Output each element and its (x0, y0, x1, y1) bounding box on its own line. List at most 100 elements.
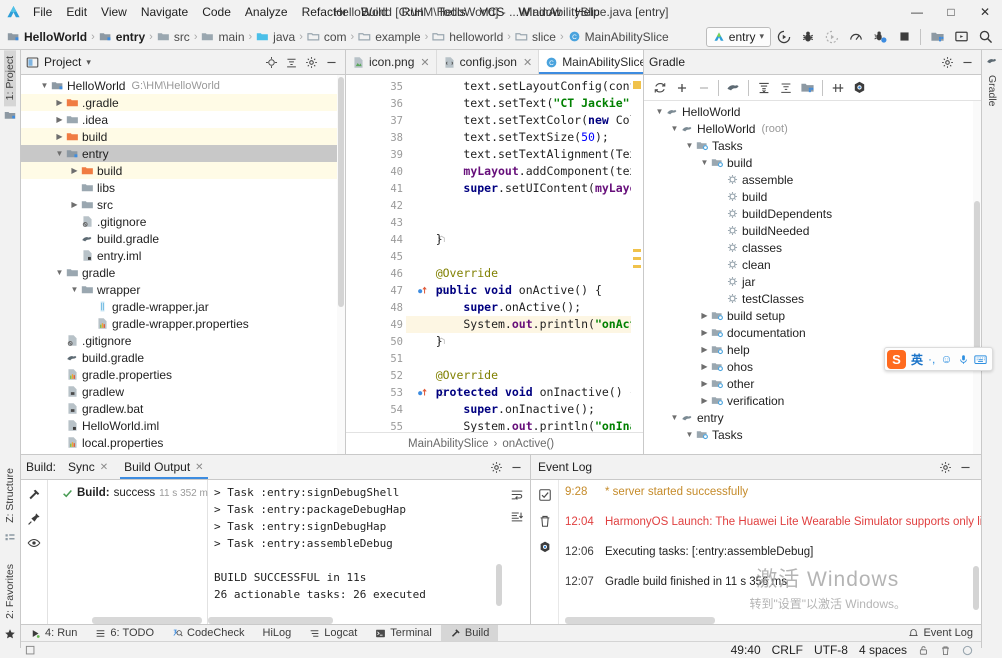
tree-row[interactable]: ▶ build (21, 162, 345, 179)
line-number[interactable]: 46 (346, 265, 406, 282)
close-icon[interactable]: ✕ (100, 462, 108, 473)
tree-row[interactable]: ▶ documentation (644, 324, 981, 341)
build-result-tree[interactable]: Build: success 11 s 352 ms (48, 480, 213, 624)
attach-debugger-button[interactable] (869, 26, 891, 48)
sidebar-item-favorites[interactable]: 2: Favorites (4, 558, 16, 625)
sidebar-item-project[interactable]: 1: Project (4, 50, 16, 107)
editor-breadcrumb[interactable]: MainAbilitySlice › onActive() (346, 432, 643, 454)
settings-icon[interactable] (302, 53, 320, 71)
line-number[interactable]: 47 (346, 282, 446, 299)
settings-gear-icon[interactable] (538, 540, 552, 554)
ime-mode-label[interactable]: 英 (911, 351, 923, 368)
debug-button[interactable] (797, 26, 819, 48)
editor-code[interactable]: text.setLayoutConfig(config); text.setTe… (406, 75, 643, 432)
chevron-down-icon[interactable]: ▼ (684, 141, 695, 150)
chevron-right-icon[interactable]: ▶ (69, 200, 80, 209)
project-panel-title-group[interactable]: Project ▾ (26, 55, 91, 69)
code-line[interactable]: public void onActive() { (406, 282, 643, 299)
trash-icon[interactable] (538, 514, 552, 528)
tree-row[interactable]: ▶ verification (644, 392, 981, 409)
chevron-right-icon[interactable]: ▶ (699, 379, 710, 388)
voice-punctuation-icon[interactable]: ·, (928, 352, 935, 366)
collapse-all-icon[interactable] (282, 53, 300, 71)
close-icon[interactable]: ✕ (523, 56, 532, 69)
trash-icon[interactable] (940, 645, 951, 656)
editor-tab-icon-png[interactable]: icon.png ✕ (346, 50, 437, 74)
change-marker[interactable] (633, 257, 641, 260)
chevron-right-icon[interactable]: ▶ (699, 328, 710, 337)
tab-sync[interactable]: Sync ✕ (64, 455, 112, 479)
breadcrumb-item-java[interactable]: java (253, 26, 298, 48)
close-button[interactable]: ✕ (968, 0, 1002, 24)
tree-row[interactable]: ▼ HelloWorld G:\HM\HelloWorld (21, 77, 345, 94)
tree-row[interactable]: libs (21, 179, 345, 196)
chevron-right-icon[interactable]: ▶ (69, 166, 80, 175)
menu-analyze[interactable]: Analyze (238, 0, 295, 24)
indent-setting[interactable]: 4 spaces (859, 643, 907, 657)
code-line[interactable]: } (406, 231, 643, 248)
run-configuration-selector[interactable]: entry ▾ (705, 26, 771, 47)
code-line[interactable]: protected void onInactive() { (406, 384, 643, 401)
tool-button-4-run[interactable]: 4: Run (21, 625, 86, 642)
tree-row[interactable]: build (644, 188, 981, 205)
warning-marker[interactable] (633, 81, 641, 89)
execute-gradle-task-button[interactable] (723, 77, 744, 98)
memory-indicator-icon[interactable] (962, 645, 973, 656)
menu-refactor[interactable]: Refactor (295, 0, 354, 24)
menu-run[interactable]: Run (395, 0, 431, 24)
maximize-button[interactable]: □ (934, 0, 968, 24)
tree-row[interactable]: ▶ .idea (21, 111, 345, 128)
event-log-entries[interactable]: 9:28 * server started successfully 12:04 Ha… (559, 480, 981, 624)
code-line[interactable]: @Override (406, 265, 643, 282)
chevron-down-icon[interactable]: ▼ (669, 124, 680, 133)
event-log-entry[interactable]: 12:04 HarmonyOS Launch: The Huawei Lite W… (565, 514, 981, 544)
project-tree-scrollbar[interactable] (337, 75, 345, 454)
menu-vcs[interactable]: VCS (473, 0, 512, 24)
ime-toolbar[interactable]: S 英 ·, ☺ (884, 347, 993, 371)
locate-file-icon[interactable] (262, 53, 280, 71)
tree-row[interactable]: testClasses (644, 290, 981, 307)
project-structure-button[interactable] (926, 26, 948, 48)
code-line[interactable]: text.setText("CT Jackie"); (406, 95, 643, 112)
add-button[interactable] (671, 77, 692, 98)
breadcrumb-item-slice[interactable]: slice (512, 26, 559, 48)
tree-row[interactable]: .gitignore (21, 213, 345, 230)
chevron-down-icon[interactable]: ▼ (69, 285, 80, 294)
tool-button-hilog[interactable]: HiLog (254, 625, 301, 642)
tree-row[interactable]: buildDependents (644, 205, 981, 222)
chevron-down-icon[interactable]: ▼ (54, 268, 65, 277)
stop-button[interactable] (893, 26, 915, 48)
lock-icon[interactable] (918, 645, 929, 656)
remove-button[interactable] (693, 77, 714, 98)
menu-tools[interactable]: Tools (431, 0, 473, 24)
tree-row[interactable]: ▶ build setup (644, 307, 981, 324)
tree-row[interactable]: ▼ Tasks (644, 426, 981, 443)
tree-row[interactable]: gradle.properties (21, 366, 345, 383)
toggle-offline-button[interactable] (827, 77, 848, 98)
code-line[interactable]: } (406, 333, 643, 350)
tree-row[interactable]: gradle-wrapper.jar (21, 298, 345, 315)
tree-row[interactable]: gradle-wrapper.properties (21, 315, 345, 332)
breadcrumb-item-main[interactable]: main (198, 26, 247, 48)
code-line[interactable]: text.setTextSize(50); (406, 129, 643, 146)
chevron-down-icon[interactable]: ▼ (654, 107, 665, 116)
chevron-down-icon[interactable]: ▼ (54, 149, 65, 158)
tree-row[interactable]: ▼ entry (21, 145, 345, 162)
refresh-button[interactable] (649, 77, 670, 98)
code-line[interactable]: @Override (406, 367, 643, 384)
line-separator[interactable]: CRLF (772, 643, 803, 657)
editor-tab-config-json[interactable]: config.json ✕ (437, 50, 540, 74)
code-line[interactable]: super.onActive(); (406, 299, 643, 316)
minimize-button[interactable]: — (900, 0, 934, 24)
tree-row[interactable]: buildNeeded (644, 222, 981, 239)
breadcrumb-item-entry[interactable]: entry (96, 26, 148, 48)
line-number[interactable]: 41 (346, 180, 406, 197)
chevron-down-icon[interactable]: ▼ (669, 413, 680, 422)
tree-row[interactable]: gradlew.bat (21, 400, 345, 417)
line-number[interactable]: 44 (346, 231, 445, 248)
menu-build[interactable]: Build (354, 0, 395, 24)
code-line[interactable] (406, 350, 643, 367)
build-console-output[interactable]: > Task :entry:signDebugShell > Task :entr… (208, 480, 504, 624)
tree-row[interactable]: build.gradle (21, 230, 345, 247)
sidebar-item-gradle[interactable]: Gradle (986, 69, 998, 113)
